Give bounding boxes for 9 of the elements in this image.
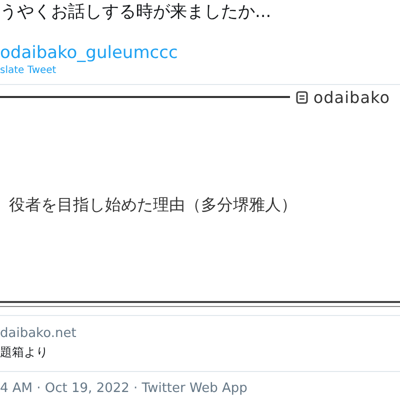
question-text: 役者を目指し始めた理由（多分堺雅人） (9, 194, 297, 216)
tweet-text: うやくお話しする時が来ましたか... (0, 1, 272, 23)
tweet-timestamp: 4 AM · Oct 19, 2022 · Twitter Web App (0, 381, 248, 396)
card-description: 題箱より (0, 344, 49, 361)
account-link[interactable]: odaibako_guleumccc (0, 42, 178, 64)
brand-name: odaibako (313, 88, 390, 106)
translate-link[interactable]: slate Tweet (0, 65, 56, 76)
card-domain: daibako.net (0, 326, 78, 341)
note-icon (296, 90, 308, 104)
